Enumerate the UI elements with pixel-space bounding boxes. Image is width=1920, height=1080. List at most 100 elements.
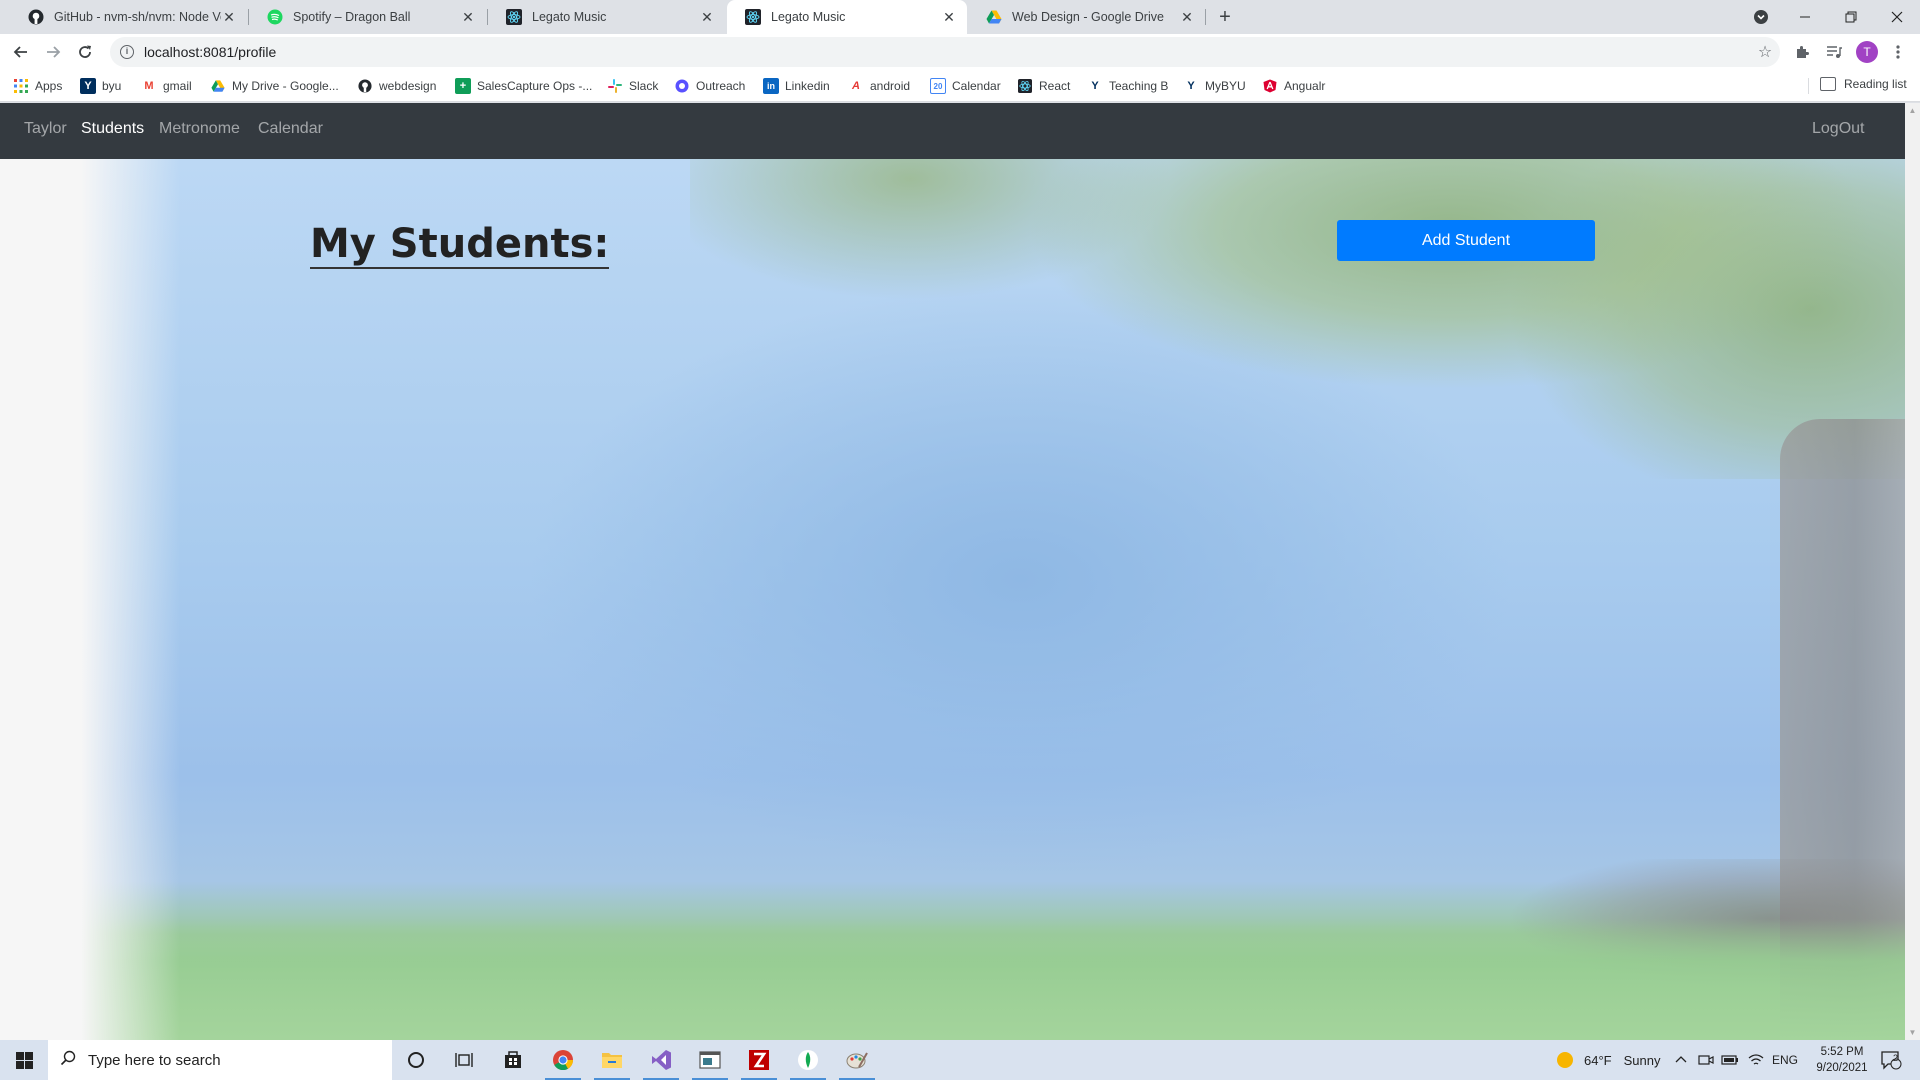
- weather-widget[interactable]: 64°F Sunny: [1556, 1040, 1660, 1080]
- start-button[interactable]: [0, 1040, 48, 1080]
- close-icon: [1891, 11, 1903, 23]
- restore-icon: [1845, 11, 1857, 23]
- battery-button[interactable]: [1721, 1040, 1739, 1080]
- extensions-button[interactable]: [1790, 40, 1814, 64]
- tab-github[interactable]: GitHub - nvm-sh/nvm: Node Ver ✕: [10, 0, 247, 34]
- reading-list-button[interactable]: Reading list: [1820, 77, 1907, 91]
- nav-link-calendar[interactable]: Calendar: [258, 120, 323, 138]
- minimize-button[interactable]: [1782, 0, 1828, 34]
- apps-grid-icon: [13, 78, 29, 94]
- bookmark-calendar[interactable]: 20 Calendar: [930, 77, 1001, 95]
- clock[interactable]: 5:52 PM 9/20/2021: [1808, 1044, 1876, 1076]
- bookmark-angualr[interactable]: Angualr: [1262, 77, 1325, 95]
- tab-legato-music-active[interactable]: Legato Music ✕: [727, 0, 967, 34]
- tab-title: GitHub - nvm-sh/nvm: Node Ver: [54, 10, 221, 24]
- weather-condition: Sunny: [1623, 1052, 1661, 1068]
- scrollbar[interactable]: ▲ ▼: [1905, 103, 1920, 1040]
- notifications-button[interactable]: 2: [1880, 1040, 1902, 1080]
- new-tab-button[interactable]: +: [1213, 5, 1237, 29]
- reload-icon: [79, 45, 91, 58]
- playlist-icon: [1827, 46, 1842, 58]
- reload-button[interactable]: [71, 38, 99, 66]
- media-button[interactable]: [1822, 40, 1846, 64]
- bookmark-android[interactable]: A android: [848, 77, 910, 95]
- bookmark-linkedin[interactable]: in Linkedin: [763, 77, 830, 95]
- scroll-down-icon[interactable]: ▼: [1905, 1025, 1920, 1040]
- close-icon[interactable]: ✕: [1179, 9, 1195, 25]
- store-button[interactable]: [489, 1040, 537, 1080]
- bookmark-label: SalesCapture Ops -...: [477, 79, 593, 93]
- meet-now-button[interactable]: [1698, 1040, 1714, 1080]
- reading-list-icon: [1820, 77, 1836, 91]
- bookmark-teaching-b[interactable]: Y Teaching B: [1087, 77, 1168, 95]
- wifi-button[interactable]: [1748, 1040, 1764, 1080]
- bookmark-apps[interactable]: Apps: [13, 77, 62, 95]
- bookmark-gmail[interactable]: M gmail: [141, 77, 191, 95]
- star-icon[interactable]: ☆: [1750, 42, 1780, 62]
- store-icon: [505, 1051, 521, 1068]
- bookmark-label: android: [870, 79, 911, 93]
- taskbar-search[interactable]: Type here to search: [48, 1040, 392, 1080]
- profile-avatar[interactable]: T: [1856, 41, 1878, 63]
- back-button[interactable]: [7, 38, 35, 66]
- nav-link-students[interactable]: Students: [81, 120, 144, 138]
- bookmark-slack[interactable]: Slack: [607, 77, 658, 95]
- visual-studio-button[interactable]: [637, 1040, 685, 1080]
- address-bar[interactable]: i localhost:8081/profile ☆: [110, 37, 1780, 67]
- filezilla-button[interactable]: [735, 1040, 783, 1080]
- visual-studio-icon: [652, 1050, 671, 1070]
- menu-button[interactable]: [1886, 40, 1910, 64]
- arrow-left-icon: [13, 46, 27, 58]
- paint-button[interactable]: [833, 1040, 881, 1080]
- mongodb-compass-button[interactable]: [784, 1040, 832, 1080]
- bookmark-outreach[interactable]: Outreach: [674, 77, 745, 95]
- chrome-button[interactable]: [539, 1040, 587, 1080]
- terminal-button[interactable]: [686, 1040, 734, 1080]
- bookmark-mybyu[interactable]: Y MyBYU: [1183, 77, 1246, 95]
- file-explorer-button[interactable]: [588, 1040, 636, 1080]
- bookmarks-bar: Apps Y byu M gmail My Drive - Google... …: [0, 70, 1920, 102]
- restore-button[interactable]: [1828, 0, 1874, 34]
- cortana-button[interactable]: [392, 1040, 440, 1080]
- logout-link[interactable]: LogOut: [1812, 120, 1864, 138]
- byu-icon: Y: [1187, 80, 1195, 92]
- bookmark-react[interactable]: React: [1017, 77, 1070, 95]
- tab-title: Legato Music: [532, 10, 607, 24]
- tray-overflow-button[interactable]: [1675, 1040, 1687, 1080]
- minimize-icon: [1800, 16, 1810, 18]
- wifi-icon: [1748, 1054, 1764, 1065]
- tab-google-drive[interactable]: Web Design - Google Drive ✕: [968, 0, 1205, 34]
- tab-separator: [1205, 9, 1206, 25]
- bookmark-byu[interactable]: Y byu: [80, 77, 121, 95]
- tab-legato-music[interactable]: Legato Music ✕: [488, 0, 725, 34]
- url-text[interactable]: localhost:8081/profile: [144, 44, 1750, 60]
- tab-spotify[interactable]: Spotify – Dragon Ball ✕: [249, 0, 486, 34]
- sheets-icon: +: [455, 78, 471, 94]
- language-indicator[interactable]: ENG: [1772, 1040, 1798, 1080]
- linkedin-icon: in: [763, 78, 779, 94]
- close-icon[interactable]: ✕: [941, 9, 957, 25]
- task-view-button[interactable]: [440, 1040, 488, 1080]
- nav-link-metronome[interactable]: Metronome: [159, 120, 240, 138]
- bookmark-salescapture[interactable]: + SalesCapture Ops -...: [455, 77, 592, 95]
- forward-button[interactable]: [39, 38, 67, 66]
- filezilla-icon: [749, 1050, 769, 1070]
- close-icon[interactable]: ✕: [221, 9, 237, 25]
- bookmark-webdesign[interactable]: webdesign: [357, 77, 436, 95]
- bookmark-my-drive[interactable]: My Drive - Google...: [210, 77, 339, 95]
- close-icon[interactable]: ✕: [460, 9, 476, 25]
- close-window-button[interactable]: [1874, 0, 1920, 34]
- navbar-brand[interactable]: Taylor: [24, 120, 67, 138]
- react-icon: [506, 9, 522, 25]
- gmail-icon: M: [144, 80, 154, 92]
- sun-icon: [1557, 1052, 1573, 1068]
- close-icon[interactable]: ✕: [699, 9, 715, 25]
- react-icon: [745, 9, 761, 25]
- add-student-button[interactable]: Add Student: [1337, 220, 1595, 261]
- scroll-up-icon[interactable]: ▲: [1905, 103, 1920, 118]
- background-fade: [0, 159, 180, 1040]
- bookmarks-divider: [1808, 78, 1809, 94]
- info-icon[interactable]: i: [120, 45, 134, 59]
- bookmark-label: MyBYU: [1205, 79, 1246, 93]
- tab-search-button[interactable]: [1738, 0, 1784, 34]
